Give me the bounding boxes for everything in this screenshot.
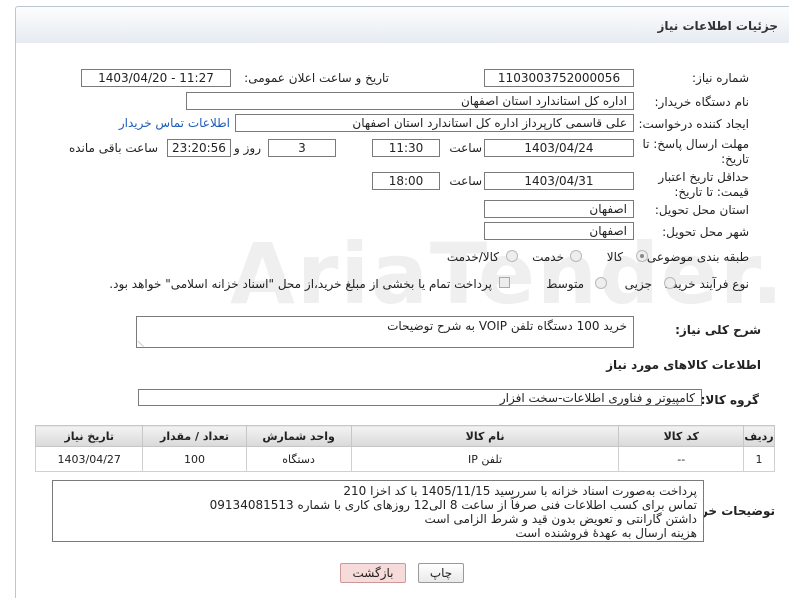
purchase-medium-radio[interactable] (595, 277, 607, 289)
buyer-note-line: هزینه ارسال به عهدهٔ فروشنده است (515, 526, 697, 540)
buyer-notes-textarea[interactable]: پرداخت به‌صورت اسناد خزانه با سررسید 140… (52, 480, 704, 542)
col-date: تاریخ نیاز (34, 425, 144, 447)
buyer-org-field[interactable]: اداره کل استاندارد استان اصفهان (186, 92, 634, 110)
goods-table-header: ردیف کد کالا نام کالا واحد شمارش تعداد /… (34, 425, 775, 447)
requester-label: ایجاد کننده درخواست: (638, 117, 749, 131)
remaining-days-field[interactable]: 3 (268, 139, 336, 157)
back-button[interactable]: بازگشت (340, 563, 406, 583)
buyer-contact-link[interactable]: اطلاعات تماس خریدار (119, 116, 230, 130)
treasury-payment-checkbox[interactable] (499, 277, 510, 288)
province-label: استان محل تحویل: (654, 203, 749, 217)
category-goods-service-label: کالا/خدمت (446, 250, 499, 264)
need-number-field[interactable]: 1103003752000056 (484, 69, 634, 87)
price-validity-time-label: ساعت (449, 174, 482, 188)
city-label: شهر محل تحویل: (662, 225, 749, 239)
announce-datetime-label: تاریخ و ساعت اعلان عمومی: (244, 71, 389, 85)
remaining-time-field[interactable]: 23:20:56 (167, 139, 231, 157)
announce-datetime-field[interactable]: 1403/04/20 - 11:27 (81, 69, 231, 87)
purchase-minor-label: جزیی (624, 277, 652, 291)
resize-handle-icon[interactable] (137, 334, 150, 348)
days-label: روز و (234, 141, 261, 155)
price-validity-date-field[interactable]: 1403/04/31 (484, 172, 634, 190)
print-button[interactable]: چاپ (418, 563, 464, 583)
category-goods-label: کالا (606, 250, 623, 264)
col-name: نام کالا (350, 425, 620, 447)
summary-textarea[interactable]: خرید 100 دستگاه تلفن VOIP به شرح توضیحات (136, 316, 634, 348)
page-title: جزئیات اطلاعات نیاز (657, 19, 778, 33)
details-panel-header: جزئیات اطلاعات نیاز (15, 6, 789, 43)
need-number-label: شماره نیاز: (692, 71, 749, 85)
price-validity-label: حداقل تاریخ اعتبار قیمت: تا تاریخ: (658, 170, 749, 199)
summary-text: خرید 100 دستگاه تلفن VOIP به شرح توضیحات (387, 319, 627, 333)
summary-label: شرح کلی نیاز: (675, 323, 761, 337)
purchase-minor-radio[interactable] (664, 277, 676, 289)
cell-name: تلفن IP (350, 446, 620, 472)
table-row[interactable]: 1 -- تلفن IP دستگاه 100 1403/04/27 (34, 446, 775, 472)
goods-group-field[interactable]: کامپیوتر و فناوری اطلاعات-سخت افزار (138, 389, 702, 406)
purchase-type-label: نوع فرآیند خرید : (664, 277, 749, 291)
remaining-time-label: ساعت باقی مانده (68, 141, 158, 155)
buyer-note-line: تماس برای کسب اطلاعات فنی صرفاً از ساعت … (209, 498, 697, 512)
goods-table: ردیف کد کالا نام کالا واحد شمارش تعداد /… (34, 425, 775, 472)
city-field[interactable]: اصفهان (484, 222, 634, 240)
col-row: ردیف (743, 425, 775, 447)
col-qty: تعداد / مقدار (142, 425, 247, 447)
col-code: کد کالا (618, 425, 745, 447)
cell-date: 1403/04/27 (34, 446, 144, 472)
category-service-label: خدمت (532, 250, 564, 264)
treasury-payment-note: پرداخت تمام یا بخشی از مبلغ خرید،از محل … (109, 277, 492, 291)
cell-qty: 100 (142, 446, 247, 472)
category-label: طبقه بندی موضوعی: (642, 250, 749, 264)
purchase-medium-label: متوسط (546, 277, 584, 291)
col-unit: واحد شمارش (245, 425, 352, 447)
price-validity-time-field[interactable]: 18:00 (372, 172, 440, 190)
buyer-note-line: داشتن گارانتی و تعویض بدون قید و شرط الز… (424, 512, 697, 526)
requester-field[interactable]: علی قاسمی کارپرداز اداره کل استاندارد اس… (235, 114, 634, 132)
cell-code: -- (618, 446, 745, 472)
buyer-note-line: پرداخت به‌صورت اسناد خزانه با سررسید 140… (343, 484, 697, 498)
buyer-org-label: نام دستگاه خریدار: (654, 95, 750, 109)
cell-unit: دستگاه (245, 446, 352, 472)
category-goods-service-radio[interactable] (506, 250, 518, 262)
category-goods-radio[interactable] (636, 250, 648, 262)
cell-row: 1 (743, 446, 775, 472)
reply-time-field[interactable]: 11:30 (372, 139, 440, 157)
goods-section-title: اطلاعات کالاهای مورد نیاز (606, 358, 761, 372)
reply-date-field[interactable]: 1403/04/24 (484, 139, 634, 157)
reply-deadline-label: مهلت ارسال پاسخ: تا تاریخ: (642, 137, 749, 166)
goods-group-label: گروه کالا: (700, 393, 759, 407)
province-field[interactable]: اصفهان (484, 200, 634, 218)
category-service-radio[interactable] (570, 250, 582, 262)
reply-time-label: ساعت (449, 141, 482, 155)
